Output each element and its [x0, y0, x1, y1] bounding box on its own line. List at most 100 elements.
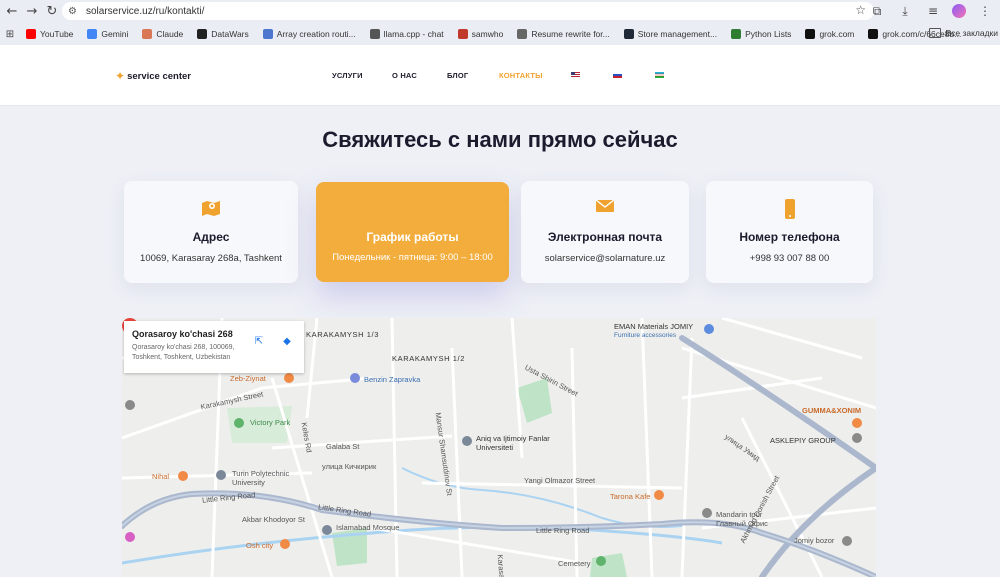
restaurant-icon[interactable]: [178, 471, 188, 481]
bookmark-item[interactable]: DataWars: [197, 29, 249, 39]
site-settings-icon[interactable]: ⚙: [68, 6, 82, 17]
flag-ru-icon[interactable]: [613, 72, 622, 78]
map-label: Benzin Zapravka: [364, 375, 421, 384]
shop-icon[interactable]: [125, 532, 135, 542]
phone-icon: [706, 199, 873, 219]
place-icon[interactable]: [852, 433, 862, 443]
browser-actions: ⧉ ⤓ ≡ ⋮: [868, 2, 994, 20]
map-label: Islamabad Mosque: [336, 523, 400, 532]
bookmark-item[interactable]: Gemini: [87, 29, 128, 39]
page-title: Свяжитесь с нами прямо сейчас: [322, 127, 678, 152]
sun-logo-icon: ✦: [115, 69, 126, 83]
nav-blog[interactable]: БЛОГ: [447, 71, 468, 80]
place-address: Qorasaroy ko'chasi 268, 100069, Toshkent…: [132, 344, 235, 361]
card-title: Адрес: [192, 230, 230, 244]
bookmark-favicon-icon: [262, 29, 273, 39]
map-label: улица Кичкирик: [322, 462, 377, 471]
flag-uz-icon[interactable]: [655, 72, 664, 78]
restaurant-icon[interactable]: [654, 490, 664, 500]
nav-services[interactable]: УСЛУГИ: [332, 71, 363, 80]
bookmark-favicon-icon: [805, 29, 816, 39]
back-icon[interactable]: ←: [2, 1, 22, 21]
tab-search-icon[interactable]: ≡: [924, 2, 942, 20]
download-icon[interactable]: ⤓: [896, 2, 914, 20]
card-value[interactable]: +998 93 007 88 00: [706, 253, 873, 264]
bookmark-item[interactable]: Store management...: [623, 29, 717, 39]
extensions-icon[interactable]: ⧉: [868, 2, 886, 20]
all-bookmarks[interactable]: Все закладки: [929, 28, 998, 38]
university-icon[interactable]: [216, 470, 226, 480]
bookmark-item[interactable]: grok.com: [805, 29, 854, 39]
map-label: Turin Polytechnic University: [232, 469, 290, 487]
reload-icon[interactable]: ↻: [42, 1, 62, 21]
bookmark-item[interactable]: Python Lists: [731, 29, 791, 39]
profile-avatar[interactable]: [952, 4, 966, 18]
place-icon[interactable]: [702, 508, 712, 518]
card-value[interactable]: solarservice@solarnature.uz: [521, 253, 689, 264]
bookmark-item[interactable]: Array creation routi...: [262, 29, 356, 39]
map-label: Nihal: [152, 472, 170, 481]
map-label: Главный Офис: [716, 519, 768, 528]
nav-about[interactable]: О НАС: [392, 71, 417, 80]
address-card: Адрес 10069, Karasaray 268a, Tashkent: [124, 181, 298, 283]
bookmark-label: Resume rewrite for...: [531, 29, 610, 39]
address-bar[interactable]: ⚙ solarservice.uz/ru/kontakti/ ☆: [62, 2, 874, 20]
university-icon[interactable]: [462, 436, 472, 446]
restaurant-icon[interactable]: [284, 373, 294, 383]
phone-card: Номер телефона +998 93 007 88 00: [706, 181, 873, 283]
map-label: Little Ring Road: [536, 526, 590, 535]
card-value: Понедельник - пятница: 9:00 – 18:00: [332, 252, 493, 263]
bookmark-favicon-icon: [623, 29, 634, 39]
map-label: GUMMA&XONIM: [802, 406, 862, 415]
forward-icon[interactable]: →: [22, 1, 42, 21]
cemetery-icon[interactable]: [596, 556, 606, 566]
map-label: Galaba St: [326, 442, 360, 451]
map-label: Cemetery: [558, 559, 591, 568]
fuel-icon[interactable]: [350, 373, 360, 383]
map-label: KARAKAMYSH 1/3: [306, 330, 380, 339]
bookmark-favicon-icon: [197, 29, 208, 39]
bookmark-favicon-icon: [457, 29, 468, 39]
mail-icon: [521, 199, 689, 219]
card-value: 10069, Karasaray 268a, Tashkent: [140, 253, 282, 264]
bookmark-item[interactable]: Resume rewrite for...: [517, 29, 610, 39]
park-icon[interactable]: [234, 418, 244, 428]
bookmark-item[interactable]: YouTube: [26, 29, 73, 39]
url-text: solarservice.uz/ru/kontakti/: [86, 5, 205, 17]
map-label: Tarona Kafe: [610, 492, 651, 501]
map-label: ASKLEPIY GROUP: [770, 436, 836, 445]
bookmark-label: YouTube: [40, 29, 74, 39]
bookmark-label: samwho: [471, 29, 504, 39]
shop-icon[interactable]: [852, 418, 862, 428]
place-icon[interactable]: [125, 400, 135, 410]
card-title: Номер телефона: [739, 230, 840, 244]
bookmark-item[interactable]: Claude: [142, 29, 183, 39]
shop-icon[interactable]: [704, 324, 714, 334]
browser-toolbar: ← → ↻ ⚙ solarservice.uz/ru/kontakti/ ☆ ⧉…: [0, 0, 1000, 22]
logo-text: service center: [127, 70, 191, 82]
map-label: Aniq va Ijtimoiy Fanlar Universiteti: [476, 434, 550, 452]
flag-us-icon[interactable]: [571, 72, 580, 78]
google-map[interactable]: KARAKAMYSH 1/3 KARAKAMYSH 1/2 EMAN Mater…: [122, 318, 876, 577]
bookmark-label: Python Lists: [745, 29, 792, 39]
restaurant-icon[interactable]: [280, 539, 290, 549]
site-logo[interactable]: ✦ service center: [115, 69, 191, 83]
mosque-icon[interactable]: [322, 525, 332, 535]
bookmark-item[interactable]: samwho: [457, 29, 504, 39]
browser-chrome: ← → ↻ ⚙ solarservice.uz/ru/kontakti/ ☆ ⧉…: [0, 0, 1000, 45]
place-info-card: Qorasaroy ko'chasi 268 Qorasaroy ko'chas…: [124, 321, 304, 373]
bookmark-item[interactable]: llama.cpp - chat: [369, 29, 444, 39]
open-in-maps-icon[interactable]: ⇱: [252, 334, 266, 348]
bookmark-label: Claude: [156, 29, 184, 39]
bookmark-favicon-icon: [517, 29, 528, 39]
place-icon[interactable]: [842, 536, 852, 546]
directions-icon[interactable]: ◆: [280, 334, 294, 348]
bookmark-favicon-icon: [731, 29, 742, 39]
menu-icon[interactable]: ⋮: [976, 2, 994, 20]
apps-grid-icon[interactable]: ⊞: [0, 24, 20, 44]
nav-contacts[interactable]: КОНТАКТЫ: [499, 71, 543, 80]
email-card: Электронная почта solarservice@solarnatu…: [521, 181, 689, 283]
bookmark-star-icon[interactable]: ☆: [855, 3, 866, 17]
map-label: Furniture accessories: [614, 332, 677, 339]
map-label: Jomiy bozor: [794, 536, 835, 545]
